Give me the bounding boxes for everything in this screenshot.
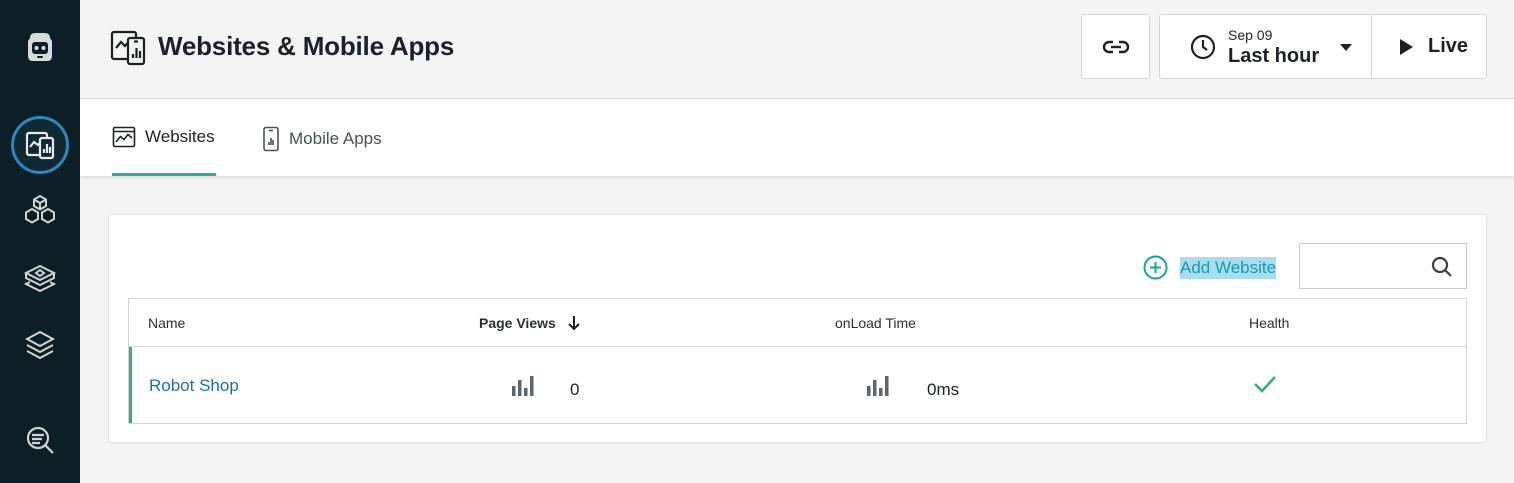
- analytics-icon[interactable]: [0, 420, 80, 460]
- table-row: Robot Shop 0 0ms: [129, 347, 1466, 423]
- time-range-picker[interactable]: Sep 09 Last hour: [1159, 14, 1372, 79]
- websites-card: Add Website Name Page Views onLoad Time …: [108, 214, 1487, 443]
- caret-down-icon: [1340, 43, 1353, 51]
- time-range-date: Sep 09: [1228, 26, 1273, 43]
- live-label: Live: [1428, 35, 1469, 57]
- column-header-page-views-label: Page Views: [479, 315, 556, 331]
- health-check-icon: [1252, 373, 1278, 400]
- applications-icon[interactable]: [0, 258, 80, 298]
- websites-apps-icon: [110, 30, 148, 71]
- add-website-label: Add Website: [1180, 256, 1277, 279]
- table-header: Name Page Views onLoad Time Health: [129, 299, 1466, 347]
- active-nav-ring: [11, 116, 69, 174]
- websites-apps-icon: [25, 131, 55, 160]
- platforms-icon[interactable]: [0, 325, 80, 365]
- copy-link-button[interactable]: [1081, 14, 1150, 79]
- onload-time-chart-icon[interactable]: [866, 374, 890, 403]
- robot-logo-icon[interactable]: [0, 22, 80, 72]
- website-name-link[interactable]: Robot Shop: [149, 376, 239, 396]
- infrastructure-icon[interactable]: [0, 190, 80, 230]
- page-views-chart-icon[interactable]: [511, 374, 535, 403]
- link-icon: [1102, 40, 1129, 53]
- time-range-label: Last hour: [1228, 44, 1320, 67]
- page-views-value: 0: [570, 380, 580, 399]
- onload-time-value: 0ms: [927, 380, 960, 399]
- play-icon: [1400, 38, 1413, 55]
- nav-websites-apps[interactable]: [0, 115, 80, 175]
- clock-icon: [1190, 34, 1216, 59]
- time-range-text: Sep 09 Last hour: [1228, 28, 1319, 66]
- page-header: Websites & Mobile Apps Sep 09 Last hour …: [80, 0, 1514, 99]
- plus-circle-icon: [1143, 255, 1168, 280]
- tab-bar: Websites Mobile Apps: [80, 99, 1514, 176]
- tab-mobile-apps-label: Mobile Apps: [289, 128, 382, 148]
- websites-table: Name Page Views onLoad Time Health Robot…: [128, 298, 1467, 424]
- tab-websites[interactable]: Websites: [112, 99, 216, 176]
- column-header-onload-time[interactable]: onLoad Time: [835, 315, 916, 331]
- column-header-name[interactable]: Name: [148, 315, 185, 331]
- page-title: Websites & Mobile Apps: [158, 31, 455, 61]
- search-icon[interactable]: [1431, 256, 1453, 278]
- sort-descending-icon: [568, 316, 580, 331]
- add-website-button[interactable]: Add Website: [1143, 255, 1277, 280]
- tab-websites-label: Websites: [145, 127, 215, 146]
- live-button[interactable]: Live: [1371, 14, 1487, 79]
- column-header-health[interactable]: Health: [1249, 315, 1289, 331]
- column-header-page-views[interactable]: Page Views: [479, 315, 581, 331]
- tab-mobile-apps[interactable]: Mobile Apps: [262, 99, 382, 176]
- website-chart-icon: [112, 126, 136, 148]
- search-input[interactable]: [1300, 244, 1420, 288]
- mobile-phone-icon: [263, 126, 279, 151]
- left-nav-rail: [0, 0, 80, 483]
- search-box[interactable]: [1299, 243, 1467, 289]
